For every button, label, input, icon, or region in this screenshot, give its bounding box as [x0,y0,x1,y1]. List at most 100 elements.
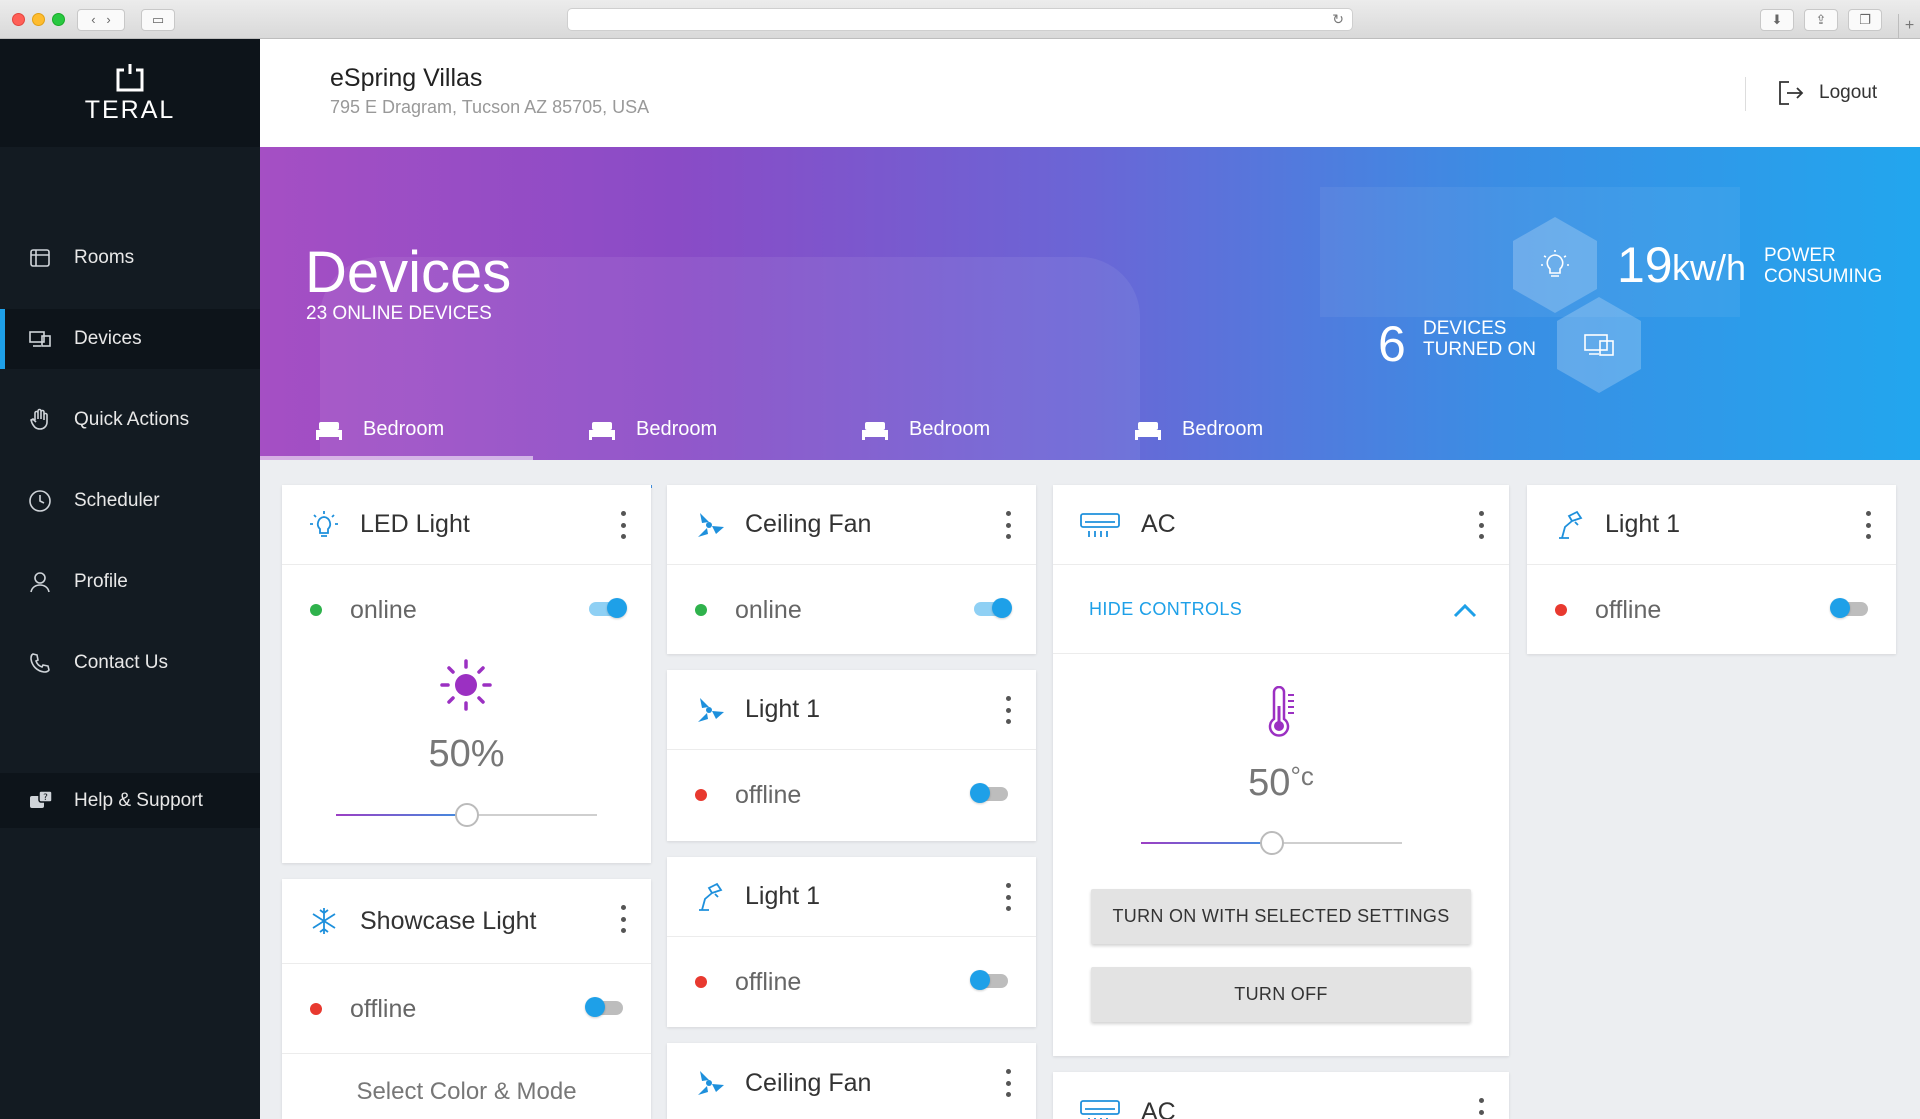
device-title: Light 1 [1605,510,1681,538]
card-header: Ceiling Fan [667,1043,1036,1119]
more-options-button[interactable] [1477,1098,1485,1119]
power-label-line-2: CONSUMING [1764,266,1883,287]
tabs-overview-button[interactable]: ❐ [1848,9,1882,31]
reload-icon[interactable]: ↻ [1332,11,1344,28]
download-button[interactable]: ⬇ [1760,9,1794,31]
temperature-slider[interactable] [1141,831,1402,855]
offline-status-dot [695,789,707,801]
device-status: offline [1595,595,1662,624]
bed-icon [316,421,342,440]
sidebar-item-contact-us[interactable]: Contact Us [0,633,260,693]
devices-on-label-line-1: DEVICES [1423,318,1507,339]
tab-bedroom-4[interactable]: Bedroom [1079,399,1352,460]
power-toggle[interactable] [1830,598,1868,618]
logout-button[interactable]: Logout [1777,79,1877,107]
devices-on-value: 6 [1378,316,1406,372]
sidebar-item-scheduler[interactable]: Scheduler [0,471,260,531]
more-options-button[interactable] [1864,511,1872,539]
temperature-value: 50 [1248,762,1291,804]
header-divider [1745,77,1746,111]
bed-icon [862,421,888,440]
power-logo-icon [116,63,144,91]
device-status-row: online [282,566,651,654]
power-toggle[interactable] [974,598,1012,618]
tab-label: Bedroom [363,418,445,440]
clock-icon [28,489,52,513]
card-header: LED Light [282,485,651,565]
turn-on-with-settings-button[interactable]: TURN ON WITH SELECTED SETTINGS [1091,889,1471,944]
room-tabs: Bedroom Bedroom Bedroom Bedroom [260,399,1920,460]
device-title: Light 1 [745,695,821,723]
sidebar-nav: Rooms Devices Quick Actions Scheduler Pr… [0,228,260,714]
turn-off-button[interactable]: TURN OFF [1091,967,1471,1022]
new-tab-button[interactable]: + [1898,14,1920,39]
tab-bedroom-2[interactable]: Bedroom [533,399,806,460]
bulb-icon [1541,250,1569,277]
device-card-ac: AC HIDE CONTROLS 50°c TURN ON WITH SELEC… [1053,485,1509,1056]
card-header: Light 1 [1527,485,1896,565]
user-icon [28,570,52,594]
tab-bedroom-3[interactable]: Bedroom [806,399,1079,460]
sidebar: TERAL Rooms Devices Quick Actions Schedu… [0,39,260,1119]
minimize-window-button[interactable] [32,13,45,26]
power-toggle[interactable] [970,783,1008,803]
more-options-button[interactable] [1004,883,1012,911]
device-card-light-1: Light 1 offline [667,670,1036,841]
address-bar[interactable]: ↻ [567,8,1353,31]
tab-label: Bedroom [909,418,991,440]
more-options-button[interactable] [1004,696,1012,724]
close-window-button[interactable] [12,13,25,26]
temperature-slider-fill [1141,842,1272,844]
forward-icon[interactable]: › [106,12,110,27]
online-status-dot [695,604,707,616]
page-title: Devices [305,240,512,305]
property-name: eSpring Villas [330,64,483,92]
help-support-button[interactable]: ? Help & Support [0,773,260,828]
maximize-window-button[interactable] [52,13,65,26]
sidebar-toggle-button[interactable]: ▭ [141,9,175,31]
online-status-dot [310,604,322,616]
back-forward-buttons[interactable]: ‹ › [77,9,125,31]
sidebar-toggle-icon: ▭ [151,12,165,27]
sidebar-item-label: Rooms [74,247,135,268]
card-header: Light 1 [667,857,1036,937]
device-card-led-light: LED Light online 50% [282,485,651,863]
more-options-button[interactable] [1477,511,1485,539]
power-toggle[interactable] [970,970,1008,990]
hide-controls-button[interactable]: HIDE CONTROLS [1053,566,1509,654]
brightness-sun-icon [440,659,492,711]
offline-status-dot [310,1003,322,1015]
sidebar-item-devices[interactable]: Devices [0,309,260,369]
sidebar-item-profile[interactable]: Profile [0,552,260,612]
brand-logo[interactable]: TERAL [0,39,260,147]
device-status-row: offline [667,938,1036,1026]
more-options-button[interactable] [1004,1069,1012,1097]
device-title: Showcase Light [360,906,537,935]
sidebar-item-label: Profile [74,571,128,592]
brightness-slider[interactable] [336,803,597,827]
svg-text:?: ? [43,793,48,803]
device-status: online [735,595,802,624]
power-toggle[interactable] [589,598,627,618]
tab-bedroom-1[interactable]: Bedroom [260,399,533,460]
sidebar-item-label: Contact Us [74,652,168,673]
device-status-row: offline [667,751,1036,839]
power-label-line-1: POWER [1764,245,1836,266]
sidebar-item-rooms[interactable]: Rooms [0,228,260,288]
sidebar-item-quick-actions[interactable]: Quick Actions [0,390,260,450]
back-icon[interactable]: ‹ [91,12,95,27]
share-button[interactable]: ⇪ [1804,9,1838,31]
devices-icon [1584,334,1614,356]
power-toggle[interactable] [585,997,623,1017]
device-title: AC [1141,510,1176,538]
select-color-mode-button[interactable]: Select Color & Mode [282,1078,651,1106]
temperature-slider-thumb[interactable] [1259,831,1284,855]
sidebar-item-label: Scheduler [74,490,160,511]
more-options-button[interactable] [1004,511,1012,539]
brightness-value: 50% [428,733,505,775]
more-options-button[interactable] [619,511,627,539]
bed-icon [589,421,615,440]
brightness-slider-thumb[interactable] [454,803,479,827]
more-options-button[interactable] [619,905,627,933]
browser-toolbar: ‹ › ▭ ↻ ⬇ ⇪ ❐ + [0,0,1920,39]
